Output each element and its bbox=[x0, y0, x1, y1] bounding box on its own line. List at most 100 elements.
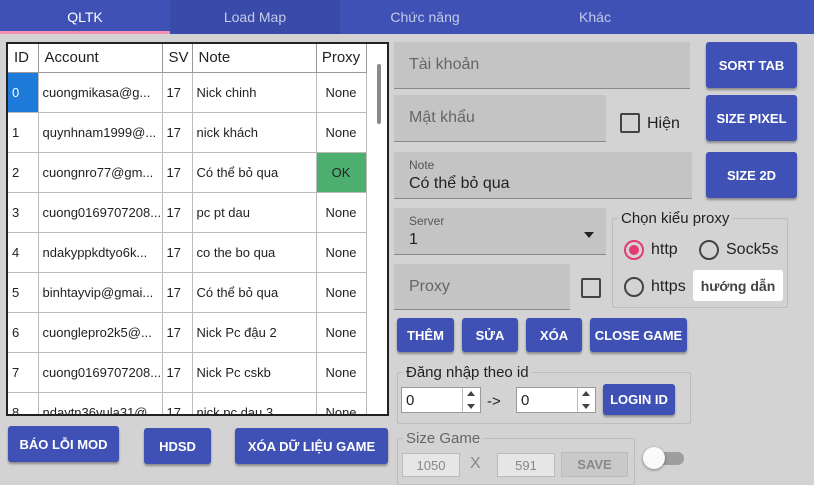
caret-down-icon[interactable] bbox=[582, 404, 590, 409]
table-row[interactable]: 2 cuongnro77@gm... 17 Có thể bỏ qua OK bbox=[8, 152, 367, 193]
caret-down-icon[interactable] bbox=[467, 404, 475, 409]
table-scrollbar[interactable] bbox=[377, 64, 381, 124]
header-note[interactable]: Note bbox=[192, 44, 317, 73]
clear-data-label: XÓA DỮ LIỆU GAME bbox=[247, 438, 376, 454]
table-row[interactable]: 7 cuong0169707208... 17 Nick Pc cskb Non… bbox=[8, 352, 367, 393]
table-row[interactable]: 5 binhtayvip@gmai... 17 Có thể bỏ qua No… bbox=[8, 272, 367, 313]
cell-proxy: None bbox=[316, 392, 367, 414]
header-sv[interactable]: SV bbox=[162, 44, 193, 73]
proxy-guide-button[interactable]: hướng dẫn bbox=[693, 270, 783, 301]
radio-https-label: https bbox=[651, 278, 686, 295]
server-select[interactable]: Server 1 bbox=[394, 208, 606, 255]
save-size-label: SAVE bbox=[577, 457, 612, 472]
account-table: ID Account SV Note Proxy 0 cuongmikasa@g… bbox=[6, 42, 389, 416]
manual-button[interactable]: HDSD bbox=[144, 428, 211, 464]
show-password-label: Hiện bbox=[647, 115, 680, 132]
cell-sv: 17 bbox=[162, 272, 193, 313]
cell-id: 3 bbox=[8, 192, 39, 233]
cell-id: 8 bbox=[8, 392, 39, 414]
edit-label: SỬA bbox=[475, 327, 505, 343]
caret-up-icon[interactable] bbox=[582, 391, 590, 396]
clear-data-button[interactable]: XÓA DỮ LIỆU GAME bbox=[235, 428, 388, 464]
size-width-field[interactable]: 1050 bbox=[402, 453, 460, 477]
show-password-checkbox[interactable] bbox=[620, 113, 640, 133]
login-id-label: LOGIN ID bbox=[610, 392, 668, 407]
table-row[interactable]: 4 ndakyppkdtyo6k... 17 co the bo qua Non… bbox=[8, 232, 367, 273]
cell-sv: 17 bbox=[162, 72, 193, 113]
table-row[interactable]: 1 quynhnam1999@... 17 nick khách None bbox=[8, 112, 367, 153]
proxy-checkbox[interactable] bbox=[581, 278, 601, 298]
sort-tab-button[interactable]: SORT TAB bbox=[706, 42, 797, 88]
header-account[interactable]: Account bbox=[38, 44, 163, 73]
size-width-value: 1050 bbox=[416, 457, 446, 473]
login-from-stepper[interactable]: 0 bbox=[401, 387, 481, 413]
table-row[interactable]: 6 cuonglepro2k5@... 17 Nick Pc đậu 2 Non… bbox=[8, 312, 367, 353]
password-field[interactable]: Mật khẩu bbox=[394, 95, 606, 142]
caret-up-icon[interactable] bbox=[467, 391, 475, 396]
account-field[interactable]: Tài khoản bbox=[394, 42, 690, 89]
cell-proxy: None bbox=[316, 232, 367, 273]
cell-sv: 17 bbox=[162, 192, 193, 233]
tab-chuc-nang[interactable]: Chức năng bbox=[340, 0, 510, 34]
radio-https[interactable] bbox=[624, 277, 644, 297]
tab-qltk-label: QLTK bbox=[67, 9, 103, 25]
sort-tab-label: SORT TAB bbox=[718, 57, 785, 73]
save-size-button[interactable]: SAVE bbox=[561, 452, 628, 477]
tab-bar: QLTK Load Map Chức năng Khác bbox=[0, 0, 814, 34]
report-bug-button[interactable]: BÁO LỖI MOD bbox=[8, 426, 119, 462]
header-id[interactable]: ID bbox=[8, 44, 39, 73]
radio-sock5s[interactable] bbox=[699, 240, 719, 260]
login-from-value: 0 bbox=[406, 392, 415, 409]
proxy-field[interactable]: Proxy bbox=[394, 264, 570, 310]
size-height-field[interactable]: 591 bbox=[497, 453, 555, 477]
report-bug-label: BÁO LỖI MOD bbox=[19, 436, 108, 452]
cell-note: Nick Pc cskb bbox=[192, 352, 317, 393]
tab-qltk[interactable]: QLTK bbox=[0, 0, 170, 34]
size-2d-button[interactable]: SIZE 2D bbox=[706, 152, 797, 198]
cell-sv: 17 bbox=[162, 152, 193, 193]
cell-account: cuonglepro2k5@... bbox=[38, 312, 163, 353]
stepper-arrows[interactable] bbox=[462, 388, 480, 412]
table-row[interactable]: 0 cuongmikasa@g... 17 Nick chinh None bbox=[8, 72, 367, 113]
cell-note: Nick chinh bbox=[192, 72, 317, 113]
password-placeholder: Mật khẩu bbox=[409, 109, 475, 126]
edit-button[interactable]: SỬA bbox=[462, 318, 518, 352]
cell-note: Nick Pc đậu 2 bbox=[192, 312, 317, 353]
note-field[interactable]: Note Có thể bỏ qua bbox=[394, 152, 692, 199]
cell-proxy: None bbox=[316, 112, 367, 153]
cell-sv: 17 bbox=[162, 312, 193, 353]
login-to-stepper[interactable]: 0 bbox=[516, 387, 596, 413]
tab-khac[interactable]: Khác bbox=[510, 0, 680, 34]
close-game-button[interactable]: CLOSE GAME bbox=[590, 318, 687, 352]
chevron-down-icon bbox=[584, 232, 594, 238]
radio-sock5s-label: Sock5s bbox=[726, 241, 779, 258]
table-header-row: ID Account SV Note Proxy bbox=[8, 44, 367, 73]
login-id-button[interactable]: LOGIN ID bbox=[603, 384, 675, 415]
cell-id: 7 bbox=[8, 352, 39, 393]
radio-http[interactable] bbox=[624, 240, 644, 260]
header-proxy[interactable]: Proxy bbox=[316, 44, 367, 73]
cell-account: ndakyppkdtyo6k... bbox=[38, 232, 163, 273]
cell-id: 0 bbox=[8, 72, 39, 113]
cell-account: cuong0169707208... bbox=[38, 192, 163, 233]
note-label: Note bbox=[409, 158, 435, 172]
table-row[interactable]: 8 ndaytn36vula31@... 17 nick pc dau 3 No… bbox=[8, 392, 367, 414]
login-range-title: Đăng nhập theo id bbox=[403, 364, 532, 381]
cell-id: 6 bbox=[8, 312, 39, 353]
cell-account: cuongmikasa@g... bbox=[38, 72, 163, 113]
size-2d-label: SIZE 2D bbox=[726, 167, 777, 183]
cell-account: cuongnro77@gm... bbox=[38, 152, 163, 193]
login-to-value: 0 bbox=[521, 392, 530, 409]
proxy-type-title: Chọn kiểu proxy bbox=[618, 210, 733, 227]
tab-load-map[interactable]: Load Map bbox=[170, 0, 340, 34]
size-pixel-button[interactable]: SIZE PIXEL bbox=[706, 95, 797, 141]
delete-button[interactable]: XÓA bbox=[526, 318, 582, 352]
cell-note: Có thể bỏ qua bbox=[192, 272, 317, 313]
table-row[interactable]: 3 cuong0169707208... 17 pc pt dau None bbox=[8, 192, 367, 233]
stepper-arrows[interactable] bbox=[577, 388, 595, 412]
manual-label: HDSD bbox=[159, 438, 196, 454]
add-button[interactable]: THÊM bbox=[397, 318, 454, 352]
toggle-knob[interactable] bbox=[643, 447, 665, 469]
delete-label: XÓA bbox=[539, 327, 569, 343]
cell-proxy: None bbox=[316, 352, 367, 393]
